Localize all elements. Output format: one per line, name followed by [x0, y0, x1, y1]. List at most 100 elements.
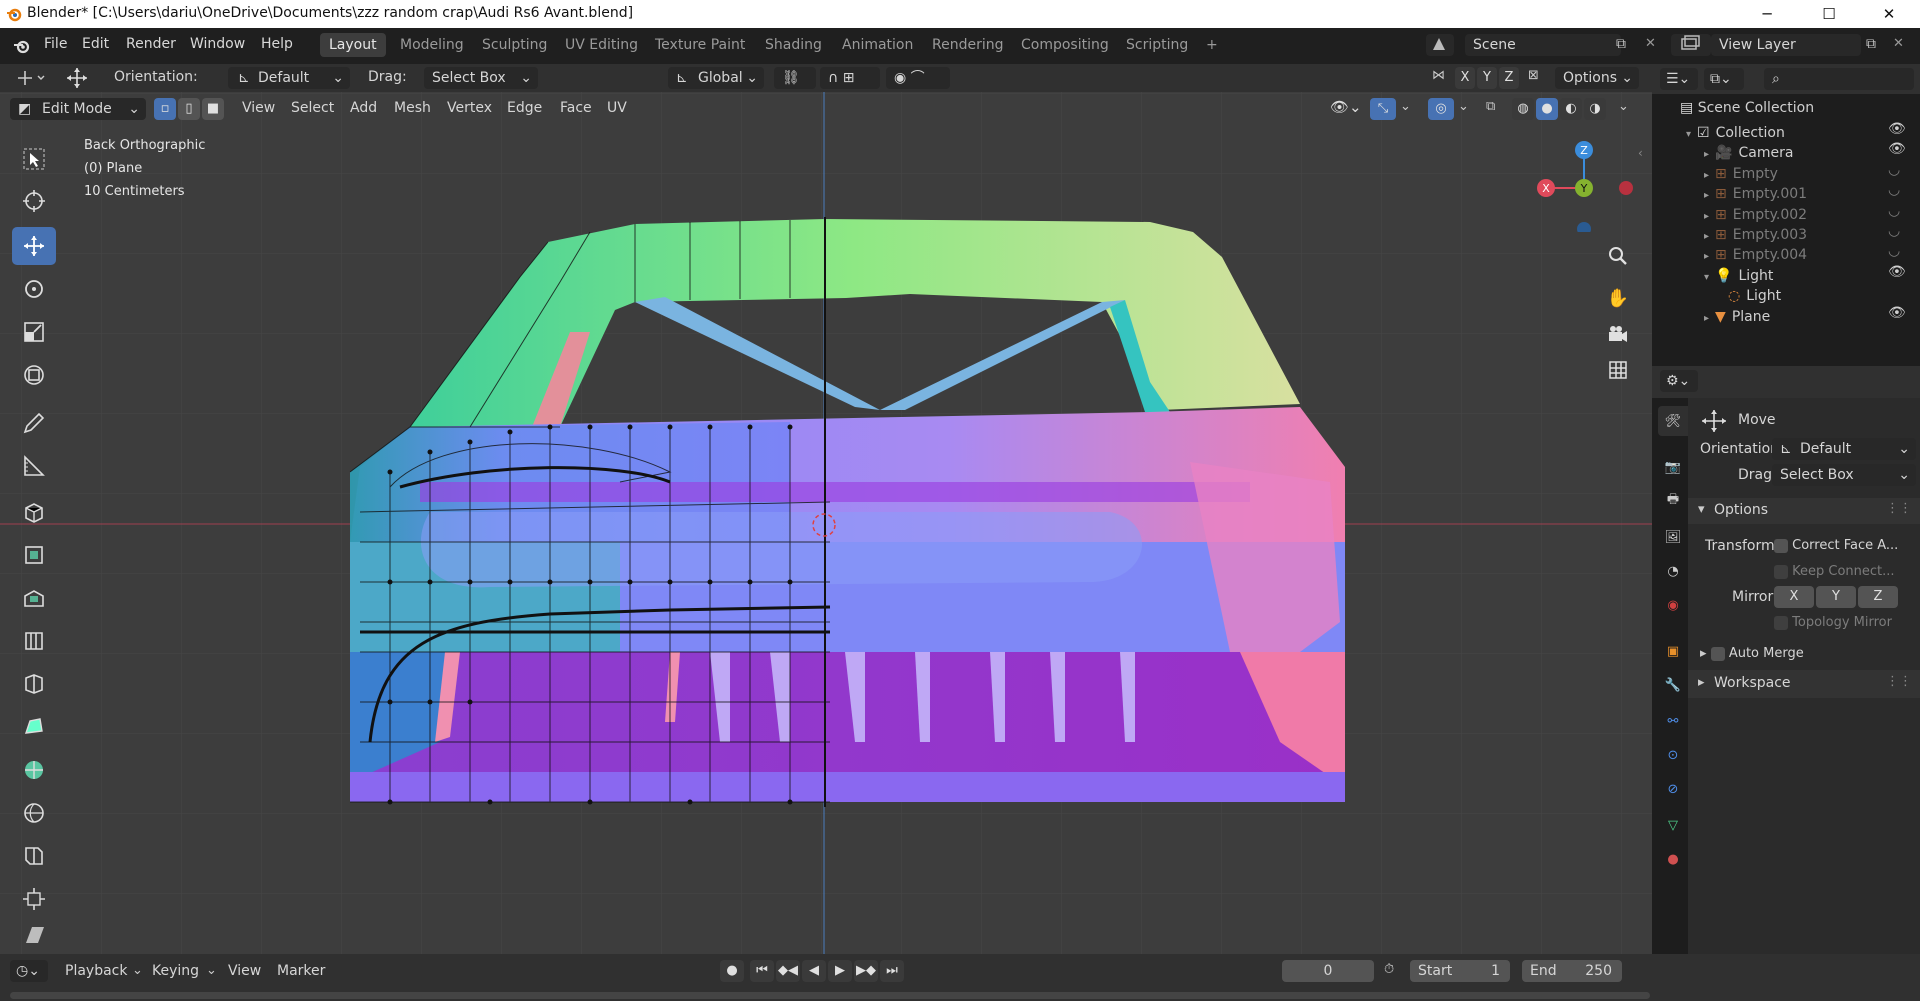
spin-tool-button[interactable]: [12, 751, 56, 789]
eye-icon[interactable]: 👁: [1888, 121, 1906, 137]
menu-select[interactable]: Select: [291, 100, 334, 116]
auto-merge-icon[interactable]: ⊠: [1528, 68, 1539, 83]
transform-orientation-dropdown[interactable]: ⊾ Global ⌄: [668, 67, 764, 89]
edge-slide-tool-button[interactable]: [12, 837, 56, 875]
jump-keyframe-forward-button[interactable]: ▶◆: [854, 960, 878, 982]
rendered-shading-icon[interactable]: ◑: [1584, 98, 1606, 120]
display-mode-dropdown[interactable]: ⧉⌄: [1704, 68, 1744, 90]
delete-scene-icon[interactable]: ✕: [1645, 36, 1656, 51]
shear-tool-button[interactable]: [12, 923, 56, 947]
stopwatch-icon[interactable]: ⏱: [1384, 962, 1394, 977]
scene-name-field[interactable]: Scene: [1465, 34, 1621, 56]
material-shading-icon[interactable]: ◐: [1560, 98, 1582, 120]
record-button[interactable]: ●: [720, 960, 744, 982]
scale-tool-button[interactable]: [12, 313, 56, 351]
3d-viewport[interactable]: Back Orthographic (0) Plane 10 Centimete…: [0, 92, 1652, 954]
tab-animation[interactable]: Animation: [833, 33, 922, 57]
menu-keying[interactable]: Keying: [152, 963, 199, 979]
menu-mesh[interactable]: Mesh: [394, 100, 431, 116]
tab-uv-editing[interactable]: UV Editing: [556, 33, 647, 57]
chevron-right-icon[interactable]: ▸: [1704, 149, 1709, 160]
shrink-fatten-tool-button[interactable]: [12, 880, 56, 918]
toggle-orthographic-button[interactable]: [1604, 356, 1632, 384]
car-mesh[interactable]: [290, 182, 1370, 912]
view-layer-name-field[interactable]: View Layer: [1711, 34, 1861, 56]
pivot-point-dropdown[interactable]: ⛓: [774, 67, 816, 89]
transform-tool-button[interactable]: [12, 356, 56, 394]
properties-mirror-y-toggle[interactable]: Y: [1816, 586, 1856, 608]
chevron-right-icon[interactable]: ▸: [1704, 251, 1709, 262]
scene-properties-tab[interactable]: ◔: [1658, 556, 1688, 586]
tab-rendering[interactable]: Rendering: [923, 33, 1013, 57]
chevron-right-icon[interactable]: ▸: [1704, 231, 1709, 242]
chevron-down-icon[interactable]: ⌄: [1618, 99, 1629, 114]
eye-icon[interactable]: 👁: [1888, 141, 1906, 157]
inset-tool-button[interactable]: [12, 579, 56, 617]
bevel-tool-button[interactable]: [12, 622, 56, 660]
annotate-tool-button[interactable]: [12, 404, 56, 442]
menu-edge[interactable]: Edge: [507, 100, 542, 116]
menu-face[interactable]: Face: [560, 100, 592, 116]
properties-mirror-x-toggle[interactable]: X: [1774, 586, 1814, 608]
timeline-editor-type-dropdown[interactable]: ◷⌄: [10, 960, 48, 982]
object-properties-tab[interactable]: ▣: [1658, 636, 1688, 666]
menu-render[interactable]: Render: [126, 36, 176, 52]
maximize-button[interactable]: ☐: [1806, 0, 1852, 28]
sidebar-toggle-icon[interactable]: ‹: [1638, 146, 1643, 160]
output-properties-tab[interactable]: 🖶: [1658, 486, 1688, 516]
menu-uv[interactable]: UV: [607, 100, 627, 116]
timeline-scrollbar[interactable]: [10, 992, 1650, 999]
zoom-view-button[interactable]: [1604, 242, 1632, 270]
tab-texture-paint[interactable]: Texture Paint: [646, 33, 754, 57]
delete-view-layer-icon[interactable]: ✕: [1893, 36, 1904, 51]
view-layer-properties-tab[interactable]: 🖼: [1658, 522, 1688, 552]
gizmo-toggle-icon[interactable]: ⤡: [1370, 98, 1396, 120]
mirror-x-toggle[interactable]: X: [1455, 67, 1475, 89]
move-tool-button[interactable]: [12, 227, 56, 265]
physics-properties-tab[interactable]: ⊙: [1658, 740, 1688, 770]
cursor-tool-button[interactable]: [12, 182, 56, 220]
eye-closed-icon[interactable]: ◡: [1888, 182, 1900, 198]
chevron-down-icon[interactable]: ⌄: [1400, 99, 1411, 114]
orientation-dropdown[interactable]: Default ⊾ ⌄: [228, 67, 350, 89]
menu-view[interactable]: View: [242, 100, 275, 116]
vertex-select-mode-icon[interactable]: ▫: [154, 98, 176, 120]
outliner-search-input[interactable]: ⌕: [1764, 68, 1914, 90]
jump-keyframe-back-button[interactable]: ◆◀: [776, 960, 800, 982]
chevron-right-icon[interactable]: ▸: [1704, 313, 1709, 324]
outliner-item-plane[interactable]: ▸ ▼ Plane: [1704, 305, 1770, 330]
play-reverse-button[interactable]: ◀: [802, 960, 826, 982]
tab-sculpting[interactable]: Sculpting: [473, 33, 556, 57]
scene-selector-button[interactable]: [1426, 34, 1454, 56]
add-workspace-button[interactable]: +: [1197, 33, 1227, 57]
properties-orientation-dropdown[interactable]: ⊾ Default ⌄: [1772, 438, 1916, 460]
properties-editor-type-dropdown[interactable]: ⚙⌄: [1660, 370, 1698, 392]
drag-handle-icon[interactable]: ⋮⋮: [1886, 674, 1912, 689]
play-button[interactable]: ▶: [828, 960, 852, 982]
menu-vertex[interactable]: Vertex: [447, 100, 492, 116]
material-properties-tab[interactable]: ●: [1658, 844, 1688, 874]
menu-window[interactable]: Window: [190, 36, 245, 52]
jump-end-button[interactable]: ⏭: [880, 960, 904, 982]
eye-closed-icon[interactable]: ◡: [1888, 243, 1900, 259]
keep-connected-checkbox[interactable]: Keep Connect...: [1774, 564, 1895, 579]
properties-mirror-z-toggle[interactable]: Z: [1858, 586, 1898, 608]
mirror-y-toggle[interactable]: Y: [1477, 67, 1497, 89]
tab-modeling[interactable]: Modeling: [391, 33, 473, 57]
current-frame-field[interactable]: 0: [1282, 960, 1374, 982]
particles-properties-tab[interactable]: ⚯: [1658, 706, 1688, 736]
modifier-properties-tab[interactable]: 🔧: [1658, 670, 1688, 700]
eye-icon[interactable]: 👁: [1888, 264, 1906, 280]
editor-type-dropdown[interactable]: ☰⌄: [1660, 68, 1698, 90]
mirror-z-toggle[interactable]: Z: [1499, 67, 1519, 89]
world-properties-tab[interactable]: ◉: [1658, 590, 1688, 620]
add-cube-tool-button[interactable]: [12, 493, 56, 531]
render-properties-tab[interactable]: 📷: [1658, 452, 1688, 482]
jump-start-button[interactable]: ⏮: [750, 960, 774, 982]
chevron-down-icon[interactable]: ▾: [1686, 129, 1691, 140]
new-scene-icon[interactable]: ⧉: [1616, 36, 1626, 52]
menu-timeline-view[interactable]: View: [228, 963, 261, 979]
menu-help[interactable]: Help: [261, 36, 293, 52]
extrude-tool-button[interactable]: [12, 536, 56, 574]
workspace-subpanel-header[interactable]: ▸ Workspace ⋮⋮: [1688, 670, 1920, 698]
